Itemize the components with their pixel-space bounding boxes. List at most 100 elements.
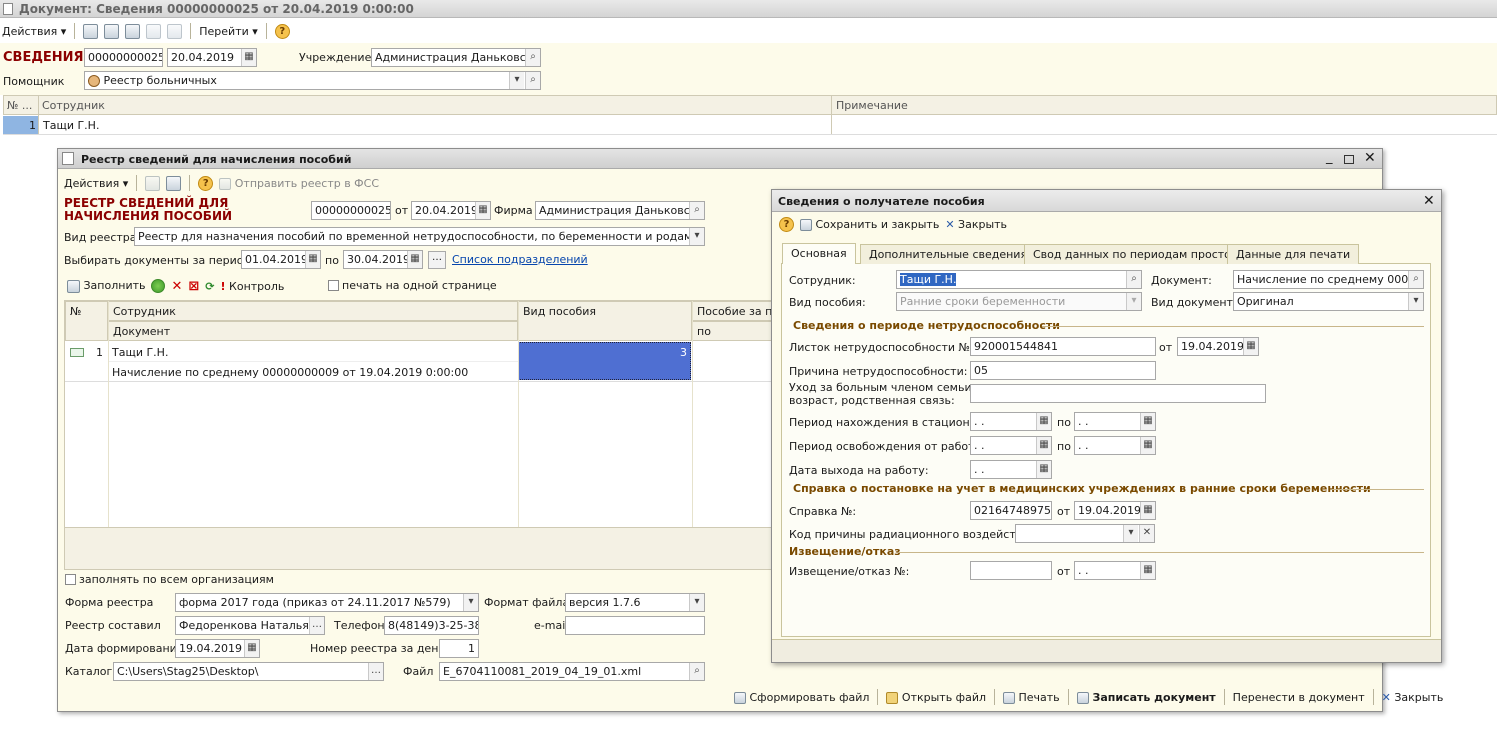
composer-field[interactable]: Федоренкова Наталья Вл… [175, 616, 325, 635]
add-icon[interactable] [151, 279, 166, 293]
release-to-field[interactable]: . . ▦ [1074, 436, 1156, 455]
chevron-down-icon[interactable]: ▾ [1408, 293, 1423, 310]
send-fss-button[interactable]: Отправить реестр в ФСС [219, 177, 379, 190]
close-button[interactable]: ✕ [1423, 193, 1435, 209]
calendar-icon[interactable]: ▦ [244, 640, 259, 657]
transfer-button[interactable]: Перенести в документ [1233, 691, 1365, 704]
email-field[interactable] [565, 616, 705, 635]
clear-icon[interactable]: ✕ [1139, 525, 1154, 542]
table-row[interactable]: 1 Тащи Г.Н. [3, 116, 1497, 135]
row-kind-cell[interactable] [518, 342, 691, 380]
maximize-button[interactable] [1344, 155, 1354, 164]
delete-icon[interactable]: ✕ [171, 279, 182, 294]
print-button[interactable]: Печать [1003, 691, 1060, 704]
goto-menu[interactable]: Перейти ▾ [199, 25, 258, 38]
tab-main[interactable]: Основная [782, 243, 856, 264]
calendar-icon[interactable]: ▦ [1036, 437, 1051, 454]
cert-date-field[interactable]: 19.04.2019 ▦ [1074, 501, 1156, 520]
write-icon[interactable] [83, 23, 99, 39]
cert-field[interactable]: 021647489754' [970, 501, 1052, 520]
unpost-icon[interactable] [145, 175, 161, 191]
care-field[interactable] [970, 384, 1266, 403]
table-row[interactable]: 1 Тащи Г.Н. Начисление по среднему 00000… [65, 342, 777, 382]
one-page-checkbox[interactable] [328, 280, 339, 291]
calendar-icon[interactable]: ▦ [241, 49, 256, 66]
return-date-field[interactable]: . . ▦ [970, 460, 1052, 479]
chevron-down-icon[interactable]: ▾ [689, 594, 704, 611]
chevron-down-icon[interactable]: ▾ [509, 72, 524, 89]
file-field[interactable]: E_6704110081_2019_04_19_01.xml ⌕ [439, 662, 705, 681]
registry-actions-menu[interactable]: Действия ▾ [64, 177, 128, 190]
period-from-field[interactable]: 01.04.2019 ▦ [241, 250, 321, 269]
unpost-icon[interactable] [167, 23, 183, 39]
all-orgs-checkbox[interactable] [65, 574, 76, 585]
search-icon[interactable]: ⌕ [689, 202, 704, 219]
close-button[interactable]: ✕ [1364, 150, 1376, 166]
search-icon[interactable]: ⌕ [689, 663, 704, 680]
chevron-down-icon[interactable]: ▾ [1126, 293, 1141, 310]
doc-kind-select[interactable]: Оригинал ▾ [1233, 292, 1424, 311]
close-registry-button[interactable]: ✕ Закрыть [1382, 691, 1444, 704]
calendar-icon[interactable]: ▦ [1243, 338, 1258, 355]
tab-additional[interactable]: Дополнительные сведения [860, 244, 1037, 264]
org-field[interactable]: Администрация Даньковс ⌕ [371, 48, 541, 67]
control-button[interactable]: ! Контроль [221, 280, 285, 293]
calendar-icon[interactable]: ▦ [1036, 413, 1051, 430]
save-document-button[interactable]: Записать документ [1076, 691, 1216, 704]
sheet-field[interactable]: 920001544841 [970, 337, 1156, 356]
make-file-button[interactable]: Сформировать файл [734, 691, 869, 704]
main-number-field[interactable]: 00000000025 [84, 48, 163, 67]
subdivisions-link[interactable]: Список подразделений [452, 253, 588, 266]
notice-date-field[interactable]: . . ▦ [1074, 561, 1156, 580]
search-icon[interactable]: ⌕ [1408, 271, 1423, 288]
document-field[interactable]: Начисление по среднему 0000000(⌕ [1233, 270, 1424, 289]
employee-field[interactable]: Тащи Г.Н. ⌕ [896, 270, 1142, 289]
period-select-button[interactable]: … [428, 251, 446, 269]
hospital-from-field[interactable]: . . ▦ [970, 412, 1052, 431]
daynum-field[interactable]: 1 [439, 639, 479, 658]
calendar-icon[interactable]: ▦ [1140, 562, 1155, 579]
chevron-down-icon[interactable]: ▾ [463, 594, 478, 611]
main-date-field[interactable]: 20.04.2019 ▦ [167, 48, 257, 67]
help-icon[interactable]: ? [779, 216, 794, 232]
period-to-field[interactable]: 30.04.2019 ▦ [343, 250, 423, 269]
search-icon[interactable]: ⌕ [525, 49, 540, 66]
close-dialog-button[interactable]: ✕ Закрыть [945, 218, 1007, 231]
formed-date-field[interactable]: 19.04.2019 ▦ [175, 639, 260, 658]
notice-field[interactable] [970, 561, 1052, 580]
chevron-down-icon[interactable]: ▾ [689, 228, 704, 245]
calendar-icon[interactable]: ▦ [305, 251, 320, 268]
sheet-date-field[interactable]: 19.04.2019 ▦ [1177, 337, 1259, 356]
select-button[interactable]: … [309, 617, 324, 634]
calendar-icon[interactable]: ▦ [1140, 437, 1155, 454]
tab-print[interactable]: Данные для печати [1227, 244, 1360, 264]
calendar-icon[interactable]: ▦ [1140, 413, 1155, 430]
help-icon[interactable]: ? [274, 23, 290, 39]
clear-icon[interactable]: ⊠ [188, 279, 199, 294]
chevron-down-icon[interactable]: ▾ [1123, 525, 1138, 542]
registry-number-field[interactable]: 00000000025 [311, 201, 391, 220]
calendar-icon[interactable]: ▦ [475, 202, 490, 219]
search-icon[interactable]: ⌕ [1126, 271, 1141, 288]
kind-select[interactable]: Реестр для назначения пособий по временн… [134, 227, 705, 246]
kind-select[interactable]: Ранние сроки беременности ▾ [896, 292, 1142, 311]
refresh-icon[interactable]: ⟳ [205, 280, 214, 293]
radiation-select[interactable]: ▾ ✕ [1015, 524, 1155, 543]
refresh-icon[interactable] [104, 23, 120, 39]
hospital-to-field[interactable]: . . ▦ [1074, 412, 1156, 431]
select-button[interactable]: … [368, 663, 383, 680]
catalog-field[interactable]: C:\Users\Stag25\Desktop\… [113, 662, 384, 681]
registry-date-field[interactable]: 20.04.2019 ▦ [411, 201, 491, 220]
actions-menu[interactable]: Действия ▾ [2, 25, 66, 38]
post-icon[interactable] [166, 175, 182, 191]
calendar-icon[interactable]: ▦ [407, 251, 422, 268]
help-icon[interactable]: ? [198, 175, 214, 191]
fill-button[interactable]: Заполнить [67, 279, 145, 293]
form-select[interactable]: форма 2017 года (приказ от 24.11.2017 №5… [175, 593, 479, 612]
search-icon[interactable]: ⌕ [525, 72, 540, 89]
tab-downtime[interactable]: Свод данных по периодам простоя [1024, 244, 1247, 264]
open-file-button[interactable]: Открыть файл [886, 691, 986, 704]
reason-field[interactable]: 05 [970, 361, 1156, 380]
minimize-button[interactable]: _ [1326, 150, 1333, 165]
calendar-icon[interactable]: ▦ [1036, 461, 1051, 478]
